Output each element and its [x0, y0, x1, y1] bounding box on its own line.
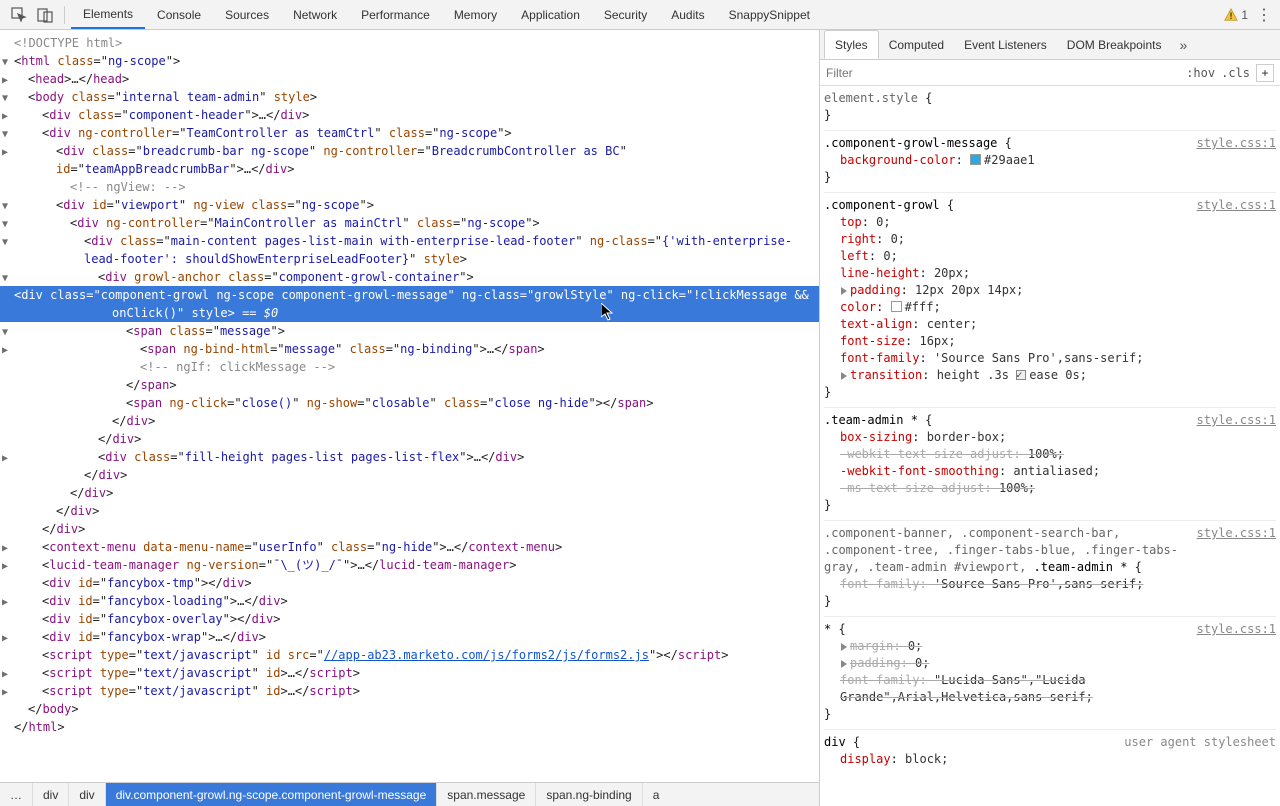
styles-tabs: Styles Computed Event Listeners DOM Brea…	[820, 30, 1280, 60]
more-menu-icon[interactable]: ⋮	[1254, 5, 1274, 25]
toolbar-right: 1 ⋮	[1224, 5, 1274, 25]
warning-count: 1	[1241, 8, 1248, 22]
style-source-link[interactable]: style.css:1	[1197, 197, 1276, 214]
styles-filter-bar: :hov .cls +	[820, 60, 1280, 86]
warnings-badge[interactable]: 1	[1224, 8, 1248, 22]
main-area: <!DOCTYPE html> ▼<html class="ng-scope">…	[0, 30, 1280, 806]
crumb[interactable]: span.ng-binding	[535, 783, 641, 806]
device-toolbar-icon[interactable]	[32, 2, 58, 28]
element-style-rule[interactable]: element.style { }	[824, 88, 1276, 130]
style-source-link[interactable]: style.css:1	[1197, 412, 1276, 429]
tab-elements[interactable]: Elements	[71, 0, 145, 29]
right-panel: Styles Computed Event Listeners DOM Brea…	[820, 30, 1280, 806]
devtools-toolbar: Elements Console Sources Network Perform…	[0, 0, 1280, 30]
crumb-more[interactable]: …	[0, 783, 32, 806]
toolbar-separator	[64, 6, 65, 24]
css-rule[interactable]: .component-growl-message {style.css:1bac…	[824, 130, 1276, 192]
elements-panel: <!DOCTYPE html> ▼<html class="ng-scope">…	[0, 30, 820, 806]
tab-sources[interactable]: Sources	[213, 0, 281, 29]
style-source-link[interactable]: style.css:1	[1197, 621, 1276, 638]
tab-memory[interactable]: Memory	[442, 0, 509, 29]
css-rule[interactable]: .component-growl {style.css:1top: 0;righ…	[824, 192, 1276, 407]
crumb[interactable]: div	[32, 783, 68, 806]
css-rule[interactable]: div {user agent stylesheetdisplay: block…	[824, 729, 1276, 774]
tab-network[interactable]: Network	[281, 0, 349, 29]
subtab-eventlisteners[interactable]: Event Listeners	[954, 30, 1057, 59]
tab-audits[interactable]: Audits	[659, 0, 716, 29]
toolbar-tabs: Elements Console Sources Network Perform…	[71, 0, 1224, 29]
style-source-link[interactable]: style.css:1	[1197, 525, 1276, 576]
crumb[interactable]: span.message	[436, 783, 535, 806]
style-source-link[interactable]: user agent stylesheet	[1124, 734, 1276, 751]
hov-toggle[interactable]: :hov	[1186, 66, 1215, 80]
subtab-styles[interactable]: Styles	[824, 30, 879, 59]
doctype: <!DOCTYPE html>	[14, 36, 122, 50]
tab-application[interactable]: Application	[509, 0, 592, 29]
css-rule[interactable]: .team-admin * {style.css:1box-sizing: bo…	[824, 407, 1276, 520]
tab-security[interactable]: Security	[592, 0, 659, 29]
new-style-rule-button[interactable]: +	[1256, 64, 1274, 82]
cls-toggle[interactable]: .cls	[1221, 66, 1250, 80]
dom-tree[interactable]: <!DOCTYPE html> ▼<html class="ng-scope">…	[0, 30, 819, 782]
tab-performance[interactable]: Performance	[349, 0, 442, 29]
crumb-selected[interactable]: div.component-growl.ng-scope.component-g…	[105, 783, 437, 806]
inspect-element-icon[interactable]	[6, 2, 32, 28]
css-rule[interactable]: * {style.css:1margin: 0;padding: 0;font-…	[824, 616, 1276, 729]
css-rule[interactable]: .component-banner, .component-search-bar…	[824, 520, 1276, 616]
styles-body[interactable]: element.style { } .component-growl-messa…	[820, 86, 1280, 806]
selected-dom-node[interactable]: …▼<div class="component-growl ng-scope c…	[0, 286, 819, 322]
crumb[interactable]: div	[68, 783, 104, 806]
subtab-more-icon[interactable]: »	[1171, 37, 1195, 53]
tab-snappysnippet[interactable]: SnappySnippet	[717, 0, 822, 29]
style-source-link[interactable]: style.css:1	[1197, 135, 1276, 152]
crumb[interactable]: a	[642, 783, 670, 806]
tab-console[interactable]: Console	[145, 0, 213, 29]
subtab-computed[interactable]: Computed	[879, 30, 954, 59]
styles-filter-input[interactable]	[826, 66, 1180, 80]
breadcrumb-bar: … div div div.component-growl.ng-scope.c…	[0, 782, 819, 806]
subtab-dombreakpoints[interactable]: DOM Breakpoints	[1057, 30, 1172, 59]
